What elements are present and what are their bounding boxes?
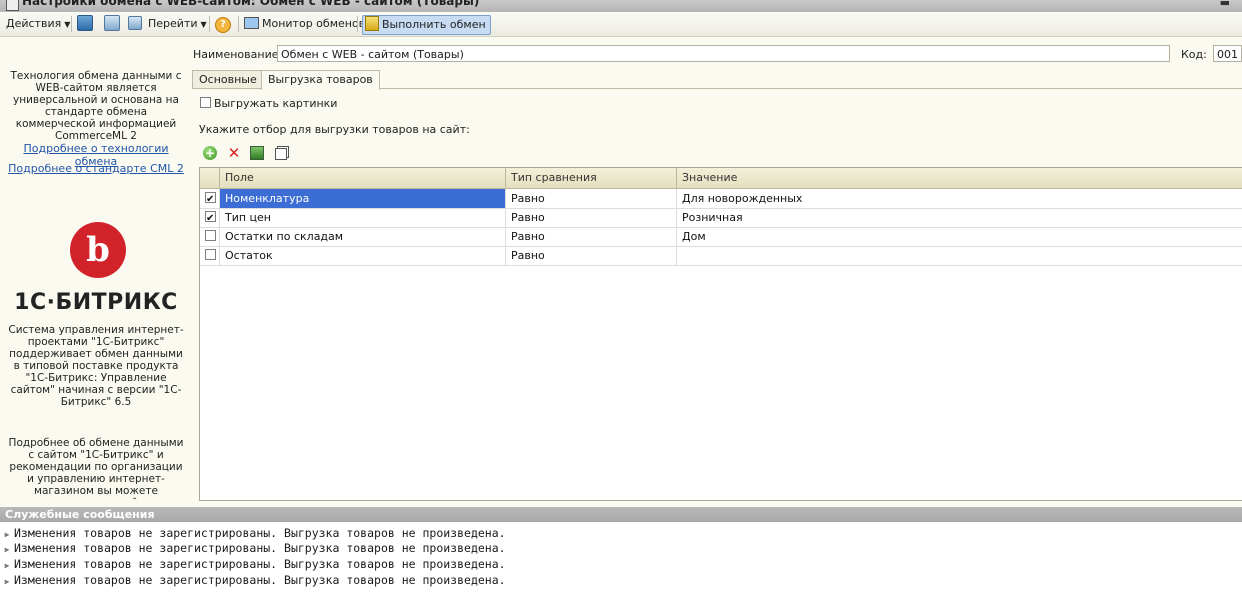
add-row-icon[interactable]: + <box>203 146 217 160</box>
field-cell[interactable]: Тип цен <box>220 208 506 227</box>
row-checkbox[interactable] <box>205 190 216 209</box>
refresh-icon-button[interactable] <box>104 15 120 33</box>
column-field[interactable]: Поле <box>220 168 506 188</box>
goto-menu-label: Перейти <box>148 17 198 30</box>
value-cell[interactable]: Для новорожденных <box>677 189 1242 208</box>
row-check-cell[interactable] <box>200 246 220 265</box>
row-checkbox[interactable] <box>205 249 216 260</box>
monitor-button-label: Монитор обменов <box>262 17 366 30</box>
export-images-label: Выгружать картинки <box>214 97 338 110</box>
value-cell[interactable]: Розничная <box>677 208 1242 227</box>
tab-basic[interactable]: Основные <box>192 70 264 89</box>
execute-icon <box>365 16 379 31</box>
comparison-cell[interactable]: Равно <box>506 246 677 265</box>
check-all-icon[interactable] <box>250 146 264 160</box>
message-item: ▶ Изменения товаров не зарегистрированы. … <box>0 572 506 588</box>
field-cell[interactable]: Номенклатура <box>220 189 506 208</box>
toolbar: Действия ▼ Перейти ▼ ? Монитор обменов Вып… <box>0 12 1242 37</box>
column-comparison[interactable]: Тип сравнения <box>506 168 677 188</box>
table-header: Поле Тип сравнения Значение <box>200 168 1242 189</box>
tab-export-goods[interactable]: Выгрузка товаров <box>261 70 380 90</box>
info-panel: Технология обмена данными с WEB-сайтом я… <box>0 37 192 500</box>
toolbar-separator <box>209 16 210 32</box>
toolbar-separator <box>238 16 239 32</box>
filter-label: Укажите отбор для выгрузки товаров на са… <box>199 123 470 136</box>
save-icon-button[interactable] <box>77 15 93 33</box>
table-row[interactable]: Остатки по складам Равно Дом <box>200 227 1242 247</box>
table-row[interactable]: Тип цен Равно Розничная <box>200 208 1242 228</box>
intro-text: Технология обмена данными с WEB-сайтом я… <box>10 70 182 142</box>
help-icon: ? <box>215 17 231 33</box>
code-field[interactable]: 001 <box>1213 45 1242 62</box>
execute-exchange-button[interactable]: Выполнить обмен <box>362 15 491 35</box>
field-cell[interactable]: Остаток <box>220 246 506 265</box>
comparison-cell[interactable]: Равно <box>506 189 677 208</box>
table-row[interactable]: Номенклатура Равно Для новорожденных <box>200 189 1242 209</box>
goto-menu[interactable]: Перейти ▼ <box>128 15 207 33</box>
save-icon <box>77 15 93 31</box>
refresh-icon <box>104 15 120 31</box>
toolbar-separator <box>71 16 72 32</box>
row-checkbox[interactable] <box>205 209 216 228</box>
copy-icon[interactable] <box>275 148 287 160</box>
monitor-icon <box>244 17 259 29</box>
comparison-cell[interactable]: Равно <box>506 208 677 227</box>
message-text: Изменения товаров не зарегистрированы. В… <box>14 541 506 555</box>
row-check-cell[interactable] <box>200 208 220 228</box>
message-item: ▶ Изменения товаров не зарегистрированы. … <box>0 556 506 572</box>
window-title-bar: Настройки обмена с WEB-сайтом: Обмен с W… <box>0 0 1242 12</box>
row-checkbox[interactable] <box>205 230 216 241</box>
check-column-header <box>200 168 220 188</box>
logo-letter: b <box>86 230 110 270</box>
messages-list: ▶ Изменения товаров не зарегистрированы. … <box>0 522 1242 596</box>
arrow-right-icon: ▶ <box>4 577 10 586</box>
field-cell[interactable]: Остатки по складам <box>220 227 506 246</box>
messages-panel-header[interactable]: Служебные сообщения <box>0 507 1242 522</box>
name-field[interactable]: Обмен с WEB - сайтом (Товары) <box>277 45 1170 62</box>
brand-name: 1С·БИТРИКС <box>14 290 178 315</box>
cms-text: Система управления интернет-проектами "1… <box>8 324 184 408</box>
row-check-cell[interactable] <box>200 227 220 246</box>
comparison-cell[interactable]: Равно <box>506 227 677 246</box>
row-check-cell[interactable] <box>200 189 220 209</box>
message-item: ▶ Изменения товаров не зарегистрированы. … <box>0 525 506 541</box>
message-text: Изменения товаров не зарегистрированы. В… <box>14 573 506 587</box>
name-label: Наименование: <box>193 48 283 61</box>
column-value[interactable]: Значение <box>677 168 1242 188</box>
window-icon <box>6 0 19 11</box>
goto-icon <box>128 16 142 30</box>
value-cell[interactable] <box>677 246 1242 265</box>
filter-table: Поле Тип сравнения Значение Номенклатура… <box>199 167 1242 501</box>
chevron-down-icon: ▼ <box>200 20 207 29</box>
actions-menu-label: Действия <box>6 17 62 30</box>
message-item: ▶ Изменения товаров не зарегистрированы. … <box>0 540 506 556</box>
message-text: Изменения товаров не зарегистрированы. В… <box>14 557 506 571</box>
help-button[interactable]: ? <box>215 15 231 33</box>
monitor-button[interactable]: Монитор обменов <box>244 15 365 33</box>
window-title: Настройки обмена с WEB-сайтом: Обмен с W… <box>22 0 480 8</box>
execute-button-label: Выполнить обмен <box>382 18 486 31</box>
cml-link[interactable]: Подробнее о стандарте CML 2 <box>6 162 186 175</box>
close-window-icon[interactable]: ▬ <box>1220 0 1230 9</box>
more-info-text: Подробнее об обмене данными с сайтом "1С… <box>8 437 184 500</box>
delete-row-icon[interactable]: ✕ <box>227 146 241 161</box>
actions-menu[interactable]: Действия ▼ <box>6 15 70 33</box>
message-text: Изменения товаров не зарегистрированы. В… <box>14 526 506 540</box>
chevron-down-icon: ▼ <box>64 20 71 29</box>
table-row[interactable]: Остаток Равно <box>200 246 1242 266</box>
messages-title: Служебные сообщения <box>5 508 155 521</box>
value-cell[interactable]: Дом <box>677 227 1242 246</box>
code-label: Код: <box>1181 48 1207 61</box>
export-images-checkbox[interactable] <box>200 97 211 108</box>
bitrix-logo-icon: b <box>70 222 126 278</box>
toolbar-separator <box>357 16 358 32</box>
